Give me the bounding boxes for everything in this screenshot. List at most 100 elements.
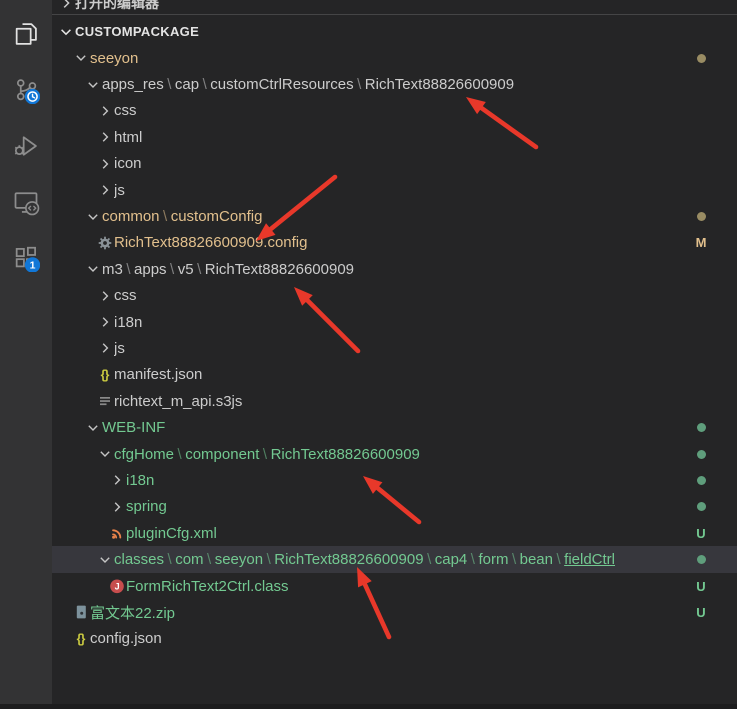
tree-item-label: js xyxy=(114,182,125,199)
tree-item-label: WEB-INF xyxy=(102,419,165,436)
tree-row[interactable]: apps_res\cap\customCtrlResources\RichTex… xyxy=(52,71,737,97)
explorer-sidebar: 打开的编辑器 CUSTOMPACKAGE seeyon apps_res\cap\… xyxy=(52,0,737,704)
tree-item-label: m3\apps\v5\RichText88826600909 xyxy=(102,261,354,278)
tree-row[interactable]: spring xyxy=(52,494,737,520)
tree-row[interactable]: js xyxy=(52,177,737,203)
chevron-down-icon[interactable] xyxy=(96,446,113,462)
tree-item-label: richtext_m_api.s3js xyxy=(114,393,242,410)
tree-item-label: common\customConfig xyxy=(102,208,262,225)
git-status-dot xyxy=(693,502,709,511)
chevron-down-icon xyxy=(57,24,74,40)
git-status-badge: M xyxy=(693,235,709,250)
files-icon xyxy=(12,20,40,48)
tree-item-label: cfgHome\component\RichText88826600909 xyxy=(114,446,420,463)
activity-item-explorer[interactable] xyxy=(2,12,50,56)
tree-row[interactable]: seeyon xyxy=(52,45,737,71)
section-divider xyxy=(52,14,737,15)
chevron-down-icon[interactable] xyxy=(96,552,113,568)
chevron-right-icon[interactable] xyxy=(96,340,113,356)
git-status-badge: U xyxy=(693,605,709,620)
tree-item-label: html xyxy=(114,129,142,146)
window-bottom-edge xyxy=(0,704,737,709)
tree-row[interactable]: js xyxy=(52,335,737,361)
svg-text:1: 1 xyxy=(30,260,36,272)
chevron-right-icon[interactable] xyxy=(96,288,113,304)
git-status-dot xyxy=(693,450,709,459)
tree-item-label: js xyxy=(114,340,125,357)
chevron-down-icon[interactable] xyxy=(84,77,101,93)
tree-item-label: css xyxy=(114,102,137,119)
tree-item-label: RichText88826600909.config xyxy=(114,234,307,251)
open-editors-label: 打开的编辑器 xyxy=(75,0,159,13)
tree-item-label: i18n xyxy=(126,472,154,489)
chevron-down-icon[interactable] xyxy=(84,261,101,277)
chevron-right-icon[interactable] xyxy=(96,129,113,145)
chevron-right-icon[interactable] xyxy=(96,103,113,119)
chevron-down-icon[interactable] xyxy=(84,209,101,225)
tree-row[interactable]: RichText88826600909.config M xyxy=(52,230,737,256)
git-status-badge: U xyxy=(693,579,709,594)
tree-row[interactable]: J FormRichText2Ctrl.class U xyxy=(52,573,737,599)
tree-row[interactable]: common\customConfig xyxy=(52,203,737,229)
json-braces-icon: {} xyxy=(96,367,113,383)
chevron-down-icon[interactable] xyxy=(72,50,89,66)
tree-row[interactable]: WEB-INF xyxy=(52,414,737,440)
tree-item-label: pluginCfg.xml xyxy=(126,525,217,542)
chevron-right-icon[interactable] xyxy=(96,182,113,198)
tree-row[interactable]: css xyxy=(52,98,737,124)
activity-bar: 1 xyxy=(0,0,52,704)
tree-row[interactable]: cfgHome\component\RichText88826600909 xyxy=(52,441,737,467)
tree-row[interactable]: html xyxy=(52,124,737,150)
tree-item-label: apps_res\cap\customCtrlResources\RichTex… xyxy=(102,76,514,93)
activity-item-run-debug[interactable] xyxy=(2,124,50,168)
tree-item-label: seeyon xyxy=(90,50,138,67)
git-status-dot xyxy=(693,555,709,564)
svg-text:J: J xyxy=(114,582,119,592)
chevron-down-icon[interactable] xyxy=(84,420,101,436)
tree-row[interactable]: {}config.json xyxy=(52,626,737,652)
tree-item-label: FormRichText2Ctrl.class xyxy=(126,578,289,595)
tree-row[interactable]: pluginCfg.xml U xyxy=(52,520,737,546)
activity-item-extensions[interactable]: 1 xyxy=(2,236,50,280)
source-control-history-icon xyxy=(12,76,40,104)
git-status-dot xyxy=(693,423,709,432)
activity-item-source-control-timeline[interactable] xyxy=(2,68,50,112)
section-open-editors[interactable]: 打开的编辑器 xyxy=(52,0,737,15)
tree-row[interactable]: richtext_m_api.s3js xyxy=(52,388,737,414)
tree-row[interactable]: i18n xyxy=(52,467,737,493)
list-lines-icon xyxy=(96,393,113,409)
tree-item-label: i18n xyxy=(114,314,142,331)
chevron-right-icon[interactable] xyxy=(108,472,125,488)
zip-archive-icon xyxy=(72,604,89,620)
git-status-badge: U xyxy=(693,526,709,541)
remote-explorer-icon xyxy=(12,188,40,216)
gear-icon xyxy=(96,235,113,251)
tree-item-label: icon xyxy=(114,155,142,172)
java-class-icon: J xyxy=(108,578,125,594)
chevron-right-icon[interactable] xyxy=(108,499,125,515)
tree-item-label: config.json xyxy=(90,630,162,647)
activity-item-remote-explorer[interactable] xyxy=(2,180,50,224)
tree-row[interactable]: m3\apps\v5\RichText88826600909 xyxy=(52,256,737,282)
tree-row[interactable]: icon xyxy=(52,151,737,177)
extensions-icon: 1 xyxy=(12,244,40,272)
chevron-right-icon[interactable] xyxy=(96,314,113,330)
json-braces-icon: {} xyxy=(72,631,89,647)
chevron-right-icon xyxy=(57,0,74,11)
tree-row[interactable]: {}manifest.json xyxy=(52,362,737,388)
git-status-dot xyxy=(693,476,709,485)
tree-row[interactable]: css xyxy=(52,283,737,309)
tree-item-label: 富文本22.zip xyxy=(90,602,175,623)
xml-rss-icon xyxy=(108,525,125,541)
clock-badge xyxy=(25,89,40,104)
file-tree: seeyon apps_res\cap\customCtrlResources\R… xyxy=(52,45,737,652)
run-debug-icon xyxy=(12,132,40,160)
chevron-right-icon[interactable] xyxy=(96,156,113,172)
tree-row[interactable]: i18n xyxy=(52,309,737,335)
git-status-dot xyxy=(693,212,709,221)
tree-row[interactable]: 富文本22.zip U xyxy=(52,599,737,625)
section-header-custompackage[interactable]: CUSTOMPACKAGE xyxy=(52,18,737,45)
tree-row[interactable]: classes\com\seeyon\RichText88826600909\c… xyxy=(52,546,737,572)
section-header-label: CUSTOMPACKAGE xyxy=(75,24,199,39)
tree-item-label: manifest.json xyxy=(114,366,202,383)
